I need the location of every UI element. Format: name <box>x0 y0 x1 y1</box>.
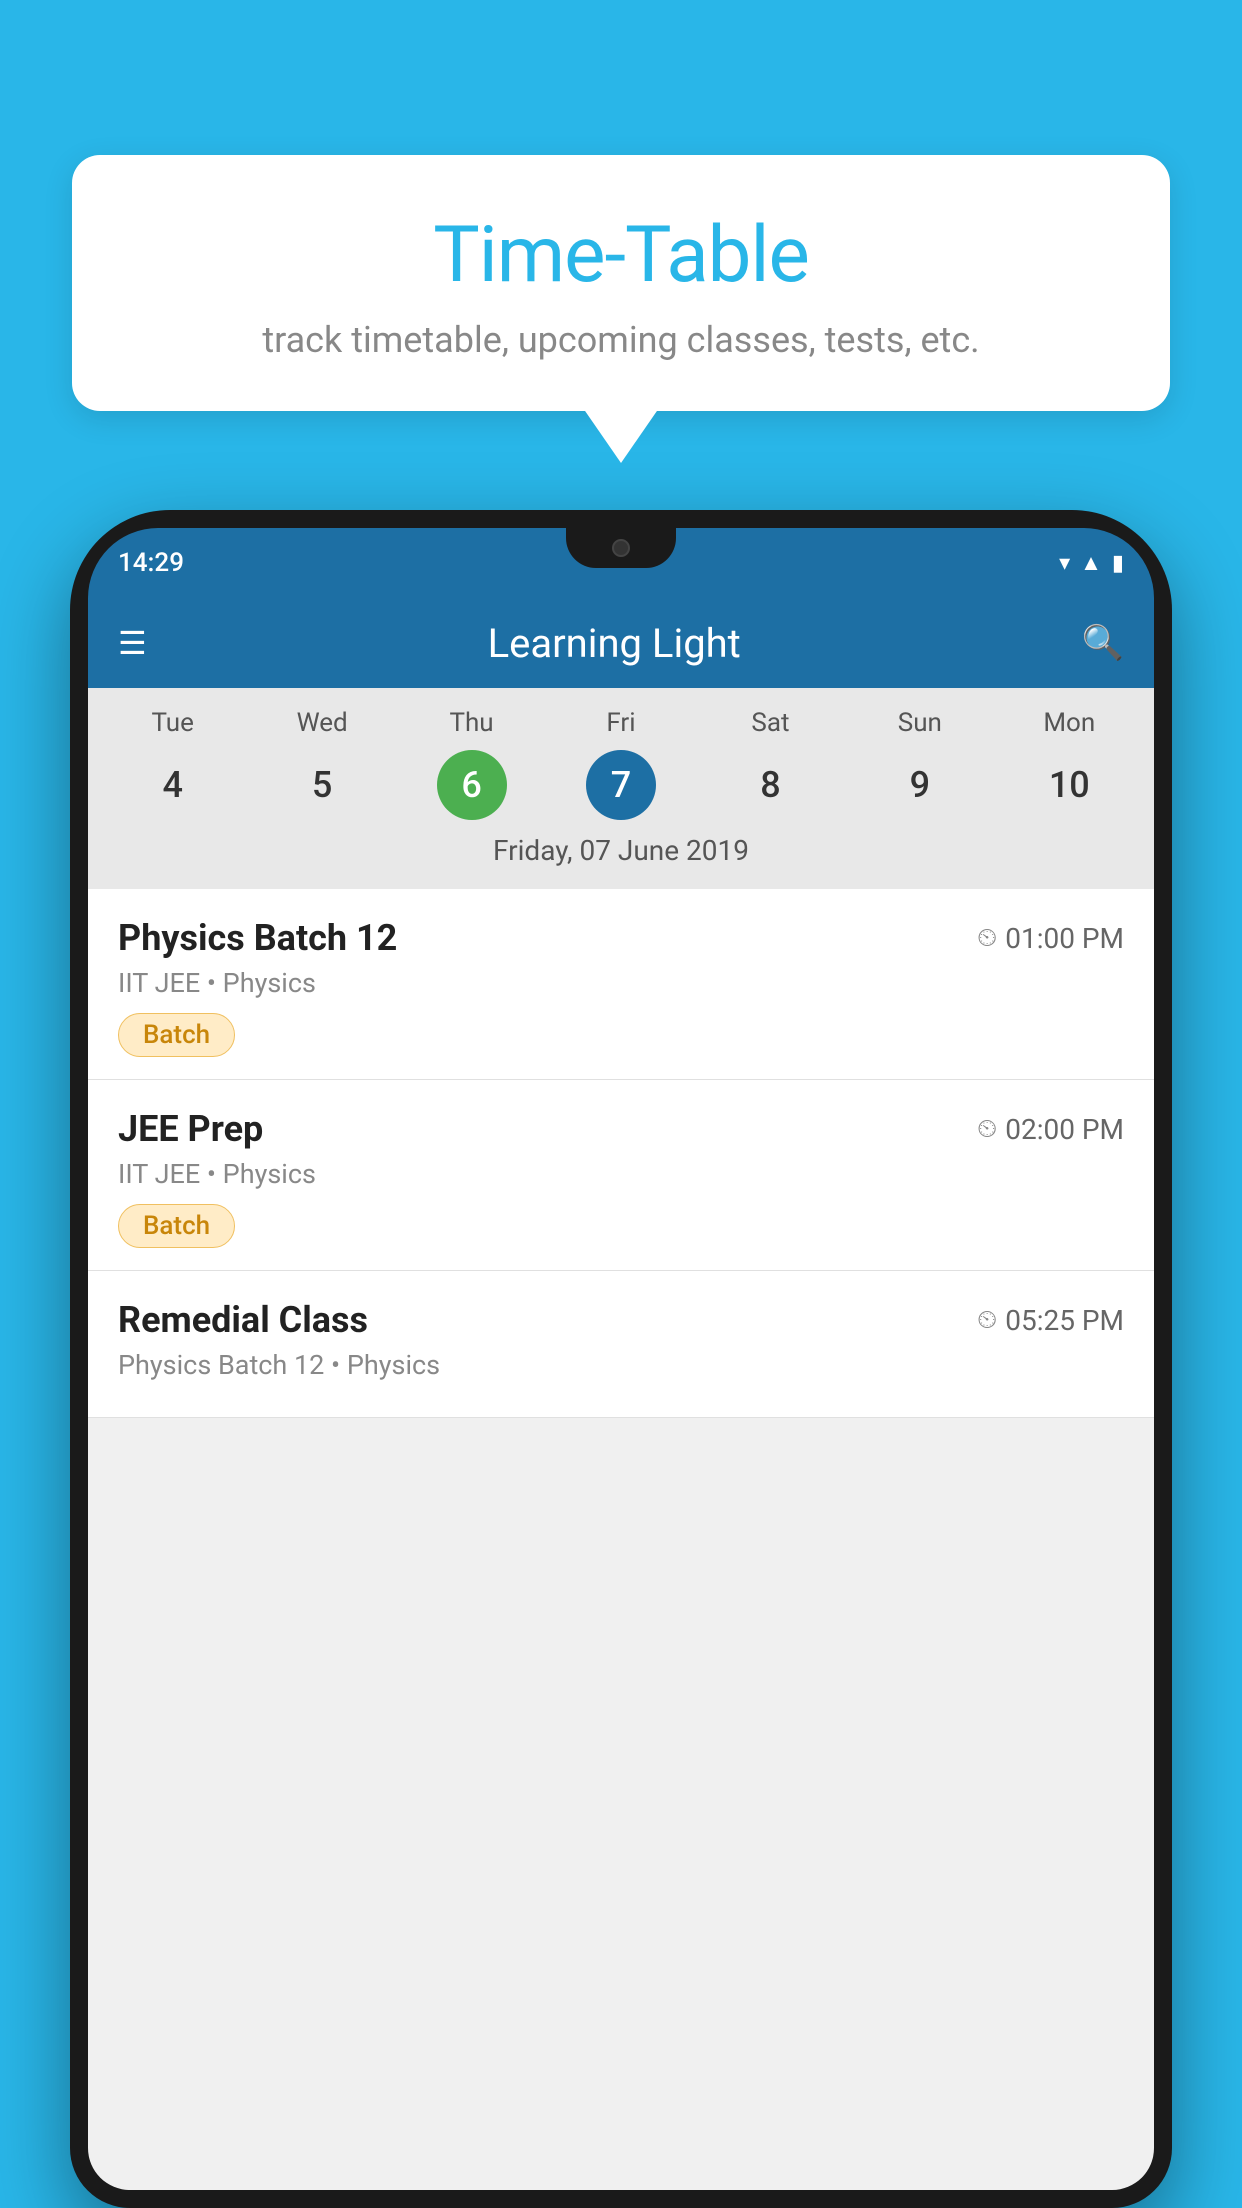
tooltip-card: Time-Table track timetable, upcoming cla… <box>72 155 1170 411</box>
status-time: 14:29 <box>118 548 184 578</box>
class-meta-2: Physics Batch 12 • Physics <box>118 1349 1124 1381</box>
day-6-today[interactable]: 6 <box>437 750 507 820</box>
batch-badge-0: Batch <box>118 1013 235 1057</box>
tooltip-title: Time-Table <box>132 210 1110 301</box>
class-item-2[interactable]: Remedial Class ⏲ 05:25 PM Physics Batch … <box>88 1271 1154 1418</box>
class-name-2: Remedial Class <box>118 1299 368 1341</box>
day-label-mon: Mon <box>995 708 1144 738</box>
calendar-section: Tue Wed Thu Fri Sat Sun Mon 4 5 6 7 8 9 … <box>88 688 1154 889</box>
day-label-sun: Sun <box>845 708 994 738</box>
class-meta-0: IIT JEE • Physics <box>118 967 1124 999</box>
selected-date-label: Friday, 07 June 2019 <box>98 834 1144 879</box>
camera-dot <box>612 539 630 557</box>
phone-screen: ☰ Learning Light 🔍 Tue Wed Thu Fri Sat S… <box>88 598 1154 2190</box>
status-bar: 14:29 ▾ ▲ ▮ <box>88 528 1154 598</box>
hamburger-icon[interactable]: ☰ <box>118 627 147 659</box>
class-name-0: Physics Batch 12 <box>118 917 397 959</box>
class-header-1: JEE Prep ⏲ 02:00 PM <box>118 1108 1124 1150</box>
tooltip-subtitle: track timetable, upcoming classes, tests… <box>132 319 1110 361</box>
class-name-1: JEE Prep <box>118 1108 263 1150</box>
class-time-1: ⏲ 02:00 PM <box>977 1113 1124 1146</box>
status-icons: ▾ ▲ ▮ <box>1059 550 1124 576</box>
day-5[interactable]: 5 <box>287 750 357 820</box>
battery-icon: ▮ <box>1112 551 1124 576</box>
class-time-value-0: 01:00 PM <box>1005 922 1124 955</box>
day-numbers: 4 5 6 7 8 9 10 <box>98 750 1144 820</box>
class-header-0: Physics Batch 12 ⏲ 01:00 PM <box>118 917 1124 959</box>
day-label-fri: Fri <box>546 708 695 738</box>
app-bar-title: Learning Light <box>167 620 1062 667</box>
app-bar: ☰ Learning Light 🔍 <box>88 598 1154 688</box>
day-9[interactable]: 9 <box>885 750 955 820</box>
day-labels: Tue Wed Thu Fri Sat Sun Mon <box>98 708 1144 738</box>
day-label-thu: Thu <box>397 708 546 738</box>
day-10[interactable]: 10 <box>1034 750 1104 820</box>
day-7-selected[interactable]: 7 <box>586 750 656 820</box>
class-time-0: ⏲ 01:00 PM <box>977 922 1124 955</box>
day-label-sat: Sat <box>696 708 845 738</box>
clock-icon-0: ⏲ <box>977 923 997 954</box>
class-time-value-2: 05:25 PM <box>1005 1304 1124 1337</box>
class-item-1[interactable]: JEE Prep ⏲ 02:00 PM IIT JEE • Physics Ba… <box>88 1080 1154 1271</box>
classes-list: Physics Batch 12 ⏲ 01:00 PM IIT JEE • Ph… <box>88 889 1154 1418</box>
class-item-0[interactable]: Physics Batch 12 ⏲ 01:00 PM IIT JEE • Ph… <box>88 889 1154 1080</box>
search-icon[interactable]: 🔍 <box>1082 623 1124 663</box>
day-label-tue: Tue <box>98 708 247 738</box>
wifi-icon: ▾ <box>1059 551 1070 576</box>
class-meta-1: IIT JEE • Physics <box>118 1158 1124 1190</box>
class-header-2: Remedial Class ⏲ 05:25 PM <box>118 1299 1124 1341</box>
notch <box>566 528 676 568</box>
day-label-wed: Wed <box>247 708 396 738</box>
class-time-2: ⏲ 05:25 PM <box>977 1304 1124 1337</box>
phone-frame: 14:29 ▾ ▲ ▮ ☰ Learning Light 🔍 Tue Wed T… <box>70 510 1172 2208</box>
clock-icon-1: ⏲ <box>977 1114 997 1145</box>
batch-badge-1: Batch <box>118 1204 235 1248</box>
class-time-value-1: 02:00 PM <box>1005 1113 1124 1146</box>
clock-icon-2: ⏲ <box>977 1305 997 1336</box>
day-8[interactable]: 8 <box>735 750 805 820</box>
signal-icon: ▲ <box>1080 550 1102 576</box>
day-4[interactable]: 4 <box>138 750 208 820</box>
